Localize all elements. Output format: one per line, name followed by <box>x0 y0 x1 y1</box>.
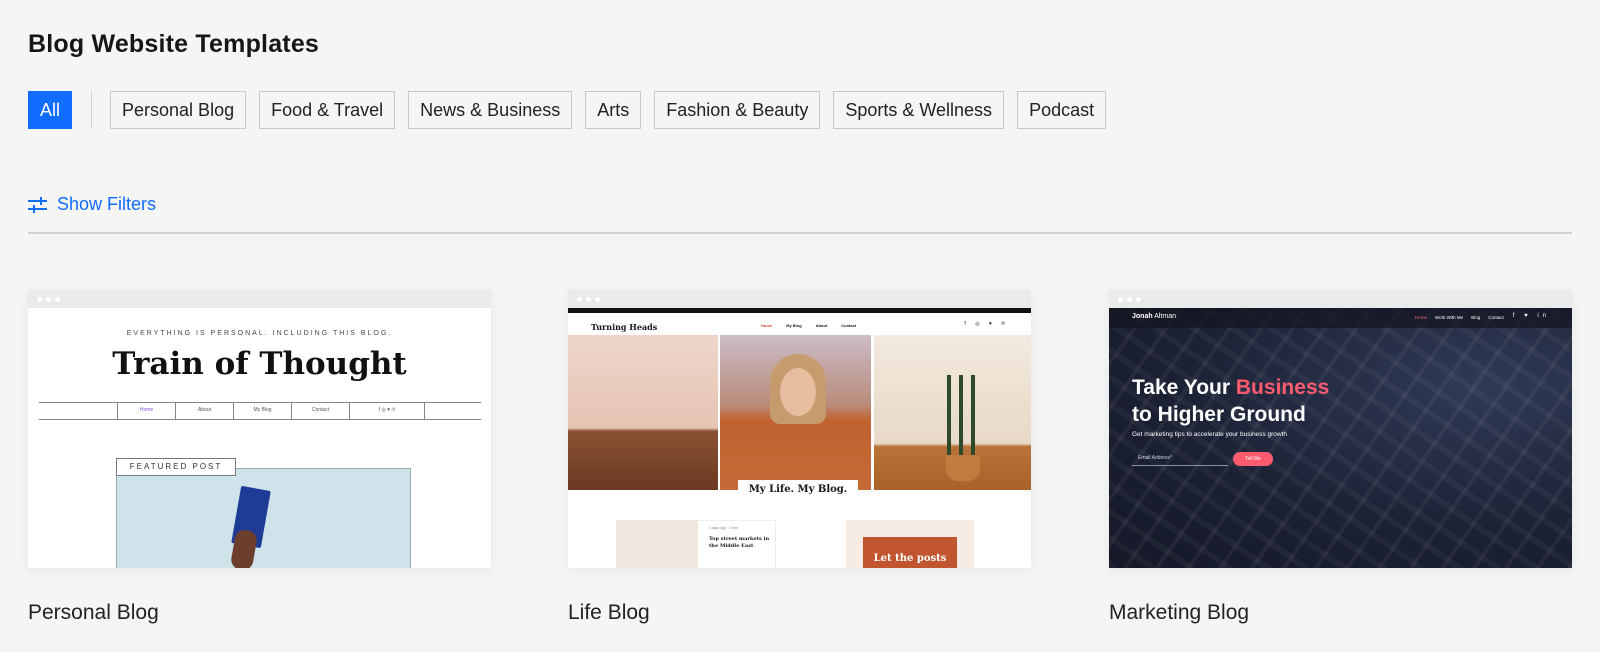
browser-bar <box>568 290 1031 308</box>
preview-nav-item: My Blog <box>233 402 291 419</box>
preview-cta: Let the posts <box>863 537 957 568</box>
preview-submit-button: Tell Me <box>1233 452 1273 466</box>
preview-nav-item: Blog <box>1471 315 1481 320</box>
preview-nav-item: Contact <box>841 323 857 328</box>
headline-accent: Business <box>1235 376 1330 399</box>
category-arts[interactable]: Arts <box>585 91 642 129</box>
template-card-marketing-blog[interactable]: Jonah Altman Home Work With Me Blog Cont… <box>1109 290 1572 625</box>
category-food-travel[interactable]: Food & Travel <box>259 91 396 129</box>
category-personal-blog[interactable]: Personal Blog <box>110 91 247 129</box>
preview-top-stripe <box>568 308 1031 313</box>
preview-email-field: Email Address* <box>1132 452 1228 466</box>
preview-nav-item: Home <box>117 402 175 419</box>
template-preview[interactable]: Jonah Altman Home Work With Me Blog Cont… <box>1109 290 1572 568</box>
template-card-personal-blog[interactable]: EVERYTHING IS PERSONAL. INCLUDING THIS B… <box>28 290 491 625</box>
divider <box>28 232 1572 234</box>
desk-photo <box>568 335 718 490</box>
preview-nav-item: Contact <box>1488 315 1504 320</box>
preview-logo: Turning Heads <box>591 322 658 332</box>
headline-part: to Higher Ground <box>1132 403 1306 426</box>
preview-motto: My Life. My Blog. <box>738 480 858 500</box>
logo-first: Jonah <box>1132 313 1153 320</box>
preview-nav-item: About <box>175 402 233 419</box>
category-sports-wellness[interactable]: Sports & Wellness <box>833 91 1005 129</box>
category-podcast[interactable]: Podcast <box>1017 91 1107 129</box>
preview-post-title: Top street markets in the Middle East <box>709 536 770 549</box>
preview-nav: Home My Blog About Contact <box>761 323 856 328</box>
template-preview[interactable]: EVERYTHING IS PERSONAL. INCLUDING THIS B… <box>28 290 491 568</box>
browser-bar <box>1109 290 1572 308</box>
preview-post-image <box>616 520 698 568</box>
template-name[interactable]: Personal Blog <box>28 601 491 625</box>
plant-leaves <box>943 375 983 455</box>
browser-bar <box>28 290 491 308</box>
category-all[interactable]: All <box>28 91 73 129</box>
preview-social-icons: f ♥ in <box>1512 313 1550 319</box>
preview-nav-item: Home <box>1415 315 1428 320</box>
template-preview[interactable]: Turning Heads Home My Blog About Contact… <box>568 290 1031 568</box>
city-aerial-photo <box>1109 308 1572 568</box>
category-news-business[interactable]: News & Business <box>408 91 573 129</box>
preview-nav-item: Home <box>761 323 773 328</box>
show-filters-label: Show Filters <box>57 194 157 214</box>
preview-nav-item: Work With Me <box>1435 315 1464 320</box>
preview-post-meta: 4 days ago · 2 min <box>709 526 738 530</box>
preview-headline: Train of Thought <box>112 346 407 382</box>
woman-face <box>780 368 816 416</box>
sliders-icon <box>28 196 47 213</box>
preview-nav-item: Contact <box>291 402 349 419</box>
template-name[interactable]: Marketing Blog <box>1109 601 1572 625</box>
preview-featured-label: FEATURED POST <box>116 458 236 476</box>
template-card-life-blog[interactable]: Turning Heads Home My Blog About Contact… <box>568 290 1031 625</box>
plant-pot <box>946 455 980 481</box>
template-name[interactable]: Life Blog <box>568 601 1031 625</box>
preview-nav: Home Work With Me Blog Contact <box>1415 315 1504 320</box>
headline-part: Take Your <box>1132 376 1231 399</box>
logo-last: Altman <box>1154 313 1176 320</box>
page-title: Blog Website Templates <box>28 30 320 58</box>
preview-nav-item: About <box>815 323 828 328</box>
preview-social-icons: f ◎ ♥ ℗ <box>349 402 425 419</box>
preview-subtitle: Get marketing tips to accelerate your bu… <box>1132 431 1287 438</box>
category-tabs: All Personal Blog Food & Travel News & B… <box>28 91 1119 129</box>
category-fashion-beauty[interactable]: Fashion & Beauty <box>654 91 821 129</box>
preview-tagline: EVERYTHING IS PERSONAL. INCLUDING THIS B… <box>126 330 393 337</box>
preview-nav-item: My Blog <box>786 323 802 328</box>
preview-logo: Jonah Altman <box>1132 313 1176 320</box>
category-divider <box>91 91 93 129</box>
show-filters-button[interactable]: Show Filters <box>28 194 156 215</box>
preview-social-icons: f ◎ ♥ ℗ <box>964 321 1009 327</box>
preview-nav: Home About My Blog Contact f ◎ ♥ ℗ <box>117 402 425 419</box>
preview-headline: Take Your Business to Higher Ground <box>1132 374 1329 428</box>
